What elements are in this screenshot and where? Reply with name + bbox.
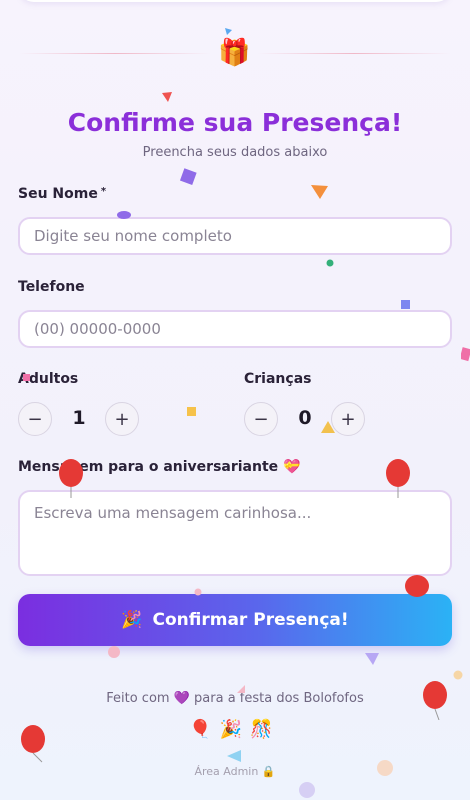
confetti-square [187,407,196,416]
name-label-text: Seu Nome [18,186,98,202]
balloon-icon [21,725,45,763]
confirm-button-label: Confirmar Presença! [152,610,349,630]
confetti-triangle [162,92,172,102]
heart-gift-icon: 💝 [283,459,301,475]
confetti-dot [377,760,393,776]
children-label: Crianças [244,371,312,387]
confetti-triangle [365,653,379,665]
confetti-dot [326,259,334,267]
confetti-dot [117,211,131,219]
message-textarea[interactable]: Escreva uma mensagem carinhosa... [18,490,452,576]
purple-heart-icon: 💜 [173,691,190,706]
name-input[interactable]: Digite seu nome completo [18,217,452,255]
confetti-triangle [225,28,232,35]
adults-count: 1 [72,407,86,429]
footer-emojis: 🎈🎉🎊 [189,719,281,740]
confetti-square [179,168,197,185]
confetti-dot [453,670,463,680]
confetti-square [401,300,410,309]
confetti-dot [108,646,120,658]
balloon-icon [423,681,447,720]
previous-card [18,0,452,2]
confirm-button[interactable]: 🎉 Confirmar Presença! [18,594,452,646]
confetti-square [461,347,470,362]
phone-label: Telefone [18,279,85,295]
confetti-dot [194,588,202,596]
balloon-icon [59,459,83,498]
page-title: Confirme sua Presença! [67,108,403,137]
footer-suffix: para a festa dos Bolofofos [194,691,364,706]
adults-decrement-button[interactable]: − [18,402,52,436]
balloon-icon [386,459,410,498]
name-placeholder: Digite seu nome completo [34,227,232,245]
gift-icon: 🎁 [218,38,251,68]
footer-credit: Feito com 💜 para a festa dos Bolofofos [0,691,470,706]
party-popper-icon: 🎉 [121,610,143,630]
confetti-triangle [321,421,335,433]
balloon-icon [405,575,429,597]
admin-link[interactable]: Área Admin 🔒 [0,765,470,778]
confetti-dot [299,782,315,798]
name-label: Seu Nome * [18,186,106,202]
confetti-triangle [237,685,245,693]
adults-increment-button[interactable]: + [105,402,139,436]
phone-placeholder: (00) 00000-0000 [34,320,161,338]
page-subtitle: Preencha seus dados abaixo [142,145,328,160]
required-mark: * [100,186,107,197]
confetti-triangle [311,185,328,199]
message-placeholder: Escreva uma mensagem carinhosa... [34,504,312,522]
footer-prefix: Feito com [106,691,170,706]
children-count: 0 [298,407,312,429]
phone-input[interactable]: (00) 00000-0000 [18,310,452,348]
divider-right [258,53,450,54]
children-increment-button[interactable]: + [331,402,365,436]
divider-left [20,53,210,54]
confetti-square [23,374,30,381]
confetti-triangle [227,750,241,762]
children-decrement-button[interactable]: − [244,402,278,436]
